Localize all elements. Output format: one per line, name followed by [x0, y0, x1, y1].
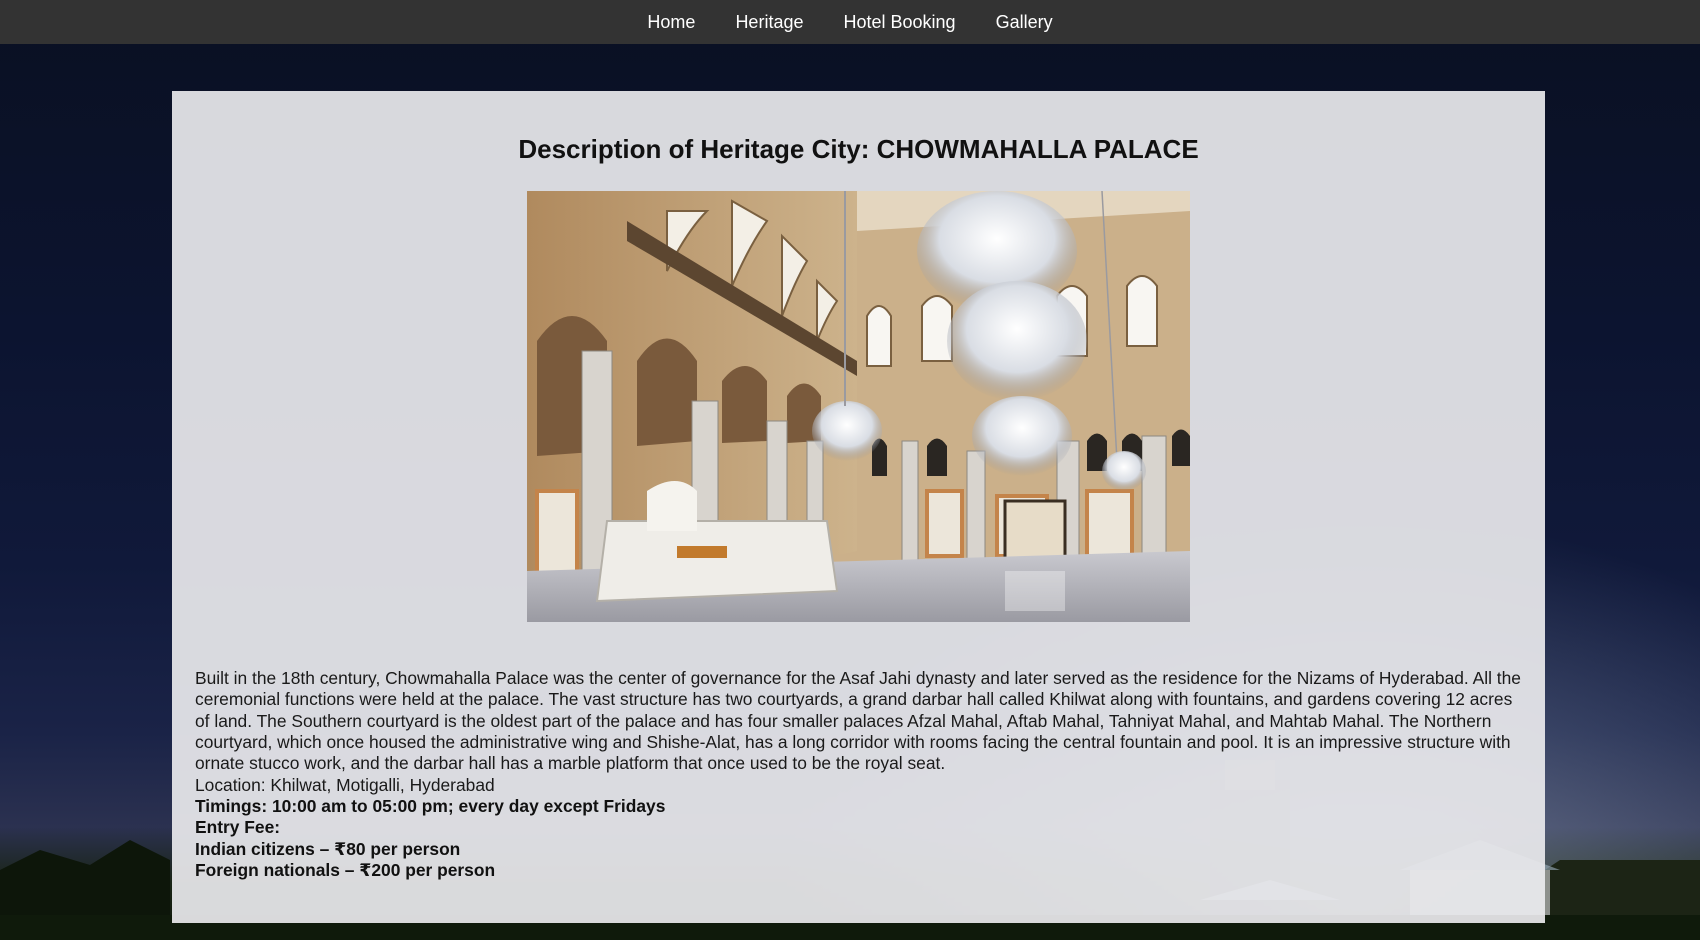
- palace-interior-photo: [527, 191, 1190, 622]
- nav-link-heritage[interactable]: Heritage: [715, 0, 823, 44]
- content-panel: Description of Heritage City: CHOWMAHALL…: [172, 91, 1545, 923]
- nav-link-gallery[interactable]: Gallery: [976, 0, 1073, 44]
- location-text: Location: Khilwat, Motigalli, Hyderabad: [195, 775, 495, 795]
- fee-indian-citizens: Indian citizens – ₹80 per person: [195, 839, 461, 859]
- palace-description: Built in the 18th century, Chowmahalla P…: [195, 668, 1521, 774]
- fee-foreign-nationals: Foreign nationals – ₹200 per person: [195, 860, 496, 880]
- nav-link-home[interactable]: Home: [627, 0, 715, 44]
- entry-fee-label: Entry Fee:: [195, 817, 281, 837]
- timings-text: Timings: 10:00 am to 05:00 pm; every day…: [195, 796, 666, 816]
- page-title: Description of Heritage City: CHOWMAHALL…: [518, 134, 1199, 164]
- top-navbar: Home Heritage Hotel Booking Gallery: [0, 0, 1700, 44]
- nav-link-hotel-booking[interactable]: Hotel Booking: [823, 0, 975, 44]
